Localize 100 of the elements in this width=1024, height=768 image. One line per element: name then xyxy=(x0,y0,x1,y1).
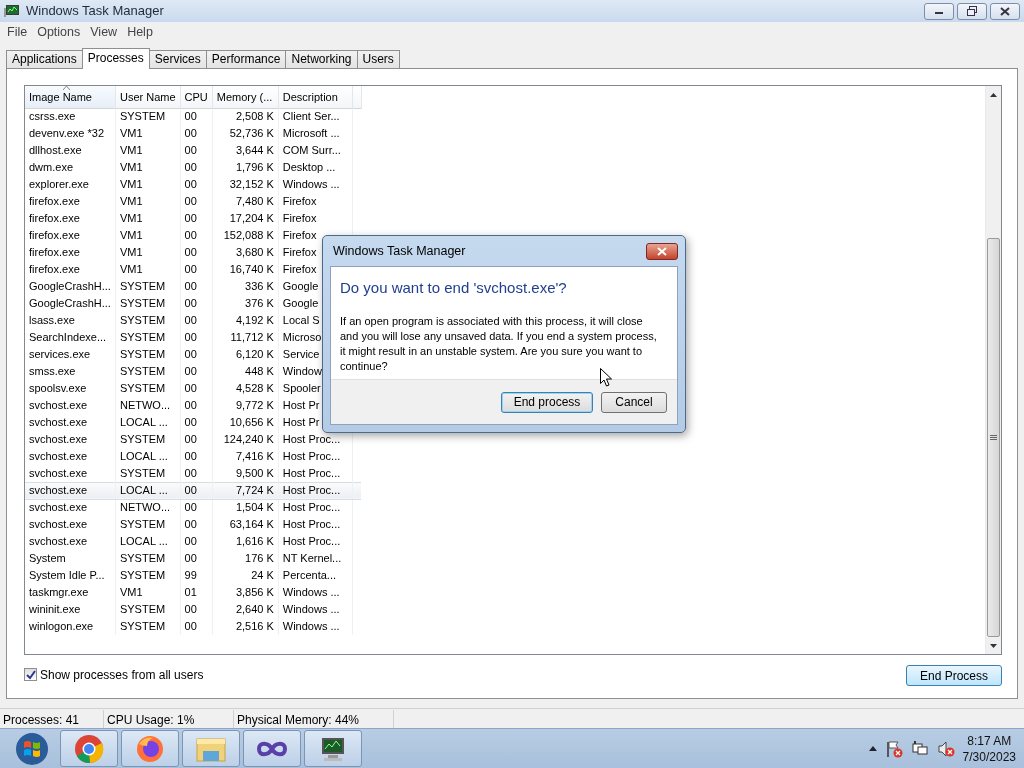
table-cell: 00 xyxy=(184,620,197,632)
table-cell: Firefox xyxy=(282,229,317,241)
table-cell: 7,480 K xyxy=(235,195,274,207)
tab[interactable]: Networking xyxy=(285,50,358,68)
table-cell: Microso xyxy=(282,331,322,343)
table-cell: 00 xyxy=(184,552,197,564)
menu-item[interactable]: File xyxy=(2,22,33,42)
show-hidden-icons-icon[interactable] xyxy=(868,746,877,751)
table-cell: VM1 xyxy=(119,263,143,275)
table-cell: 00 xyxy=(184,331,197,343)
table-cell: firefox.exe xyxy=(29,263,80,275)
scroll-thumb[interactable] xyxy=(987,238,1000,637)
table-cell: 00 xyxy=(184,535,197,547)
column-header[interactable]: Description xyxy=(278,86,353,108)
clock[interactable]: 8:17 AM 7/30/2023 xyxy=(962,732,1016,765)
close-button[interactable] xyxy=(990,2,1020,20)
table-cell: SYSTEM xyxy=(119,348,166,360)
column-header[interactable]: Memory (... xyxy=(212,86,279,108)
menu-item[interactable]: Help xyxy=(122,22,158,42)
table-cell: 63,164 K xyxy=(229,518,274,530)
table-cell: 11,712 K xyxy=(230,331,274,343)
table-row[interactable]: svchost.exe LOCAL ... 00 7,724 K Host Proc... xyxy=(25,482,362,499)
tab[interactable]: Processes xyxy=(81,48,150,69)
table-cell: Host Proc... xyxy=(282,466,341,479)
table-cell: 00 xyxy=(184,314,197,326)
table-cell: smss.exe xyxy=(29,365,76,377)
table-cell: services.exe xyxy=(29,348,91,360)
restore-button[interactable] xyxy=(957,2,987,20)
column-header[interactable]: CPU xyxy=(180,86,213,108)
table-cell: VM1 xyxy=(119,212,143,224)
table-cell: SYSTEM xyxy=(119,603,166,615)
taskbar-button[interactable] xyxy=(60,730,118,767)
table-cell: Window xyxy=(282,365,322,377)
checkbox[interactable] xyxy=(24,668,37,681)
speaker-muted-icon[interactable] xyxy=(936,739,955,758)
table-cell: SYSTEM xyxy=(119,518,166,530)
table-cell: 00 xyxy=(184,229,197,241)
dialog-button[interactable]: Cancel xyxy=(601,391,667,413)
table-cell: NT Kernel... xyxy=(282,552,342,564)
table-cell: SYSTEM xyxy=(119,620,166,632)
table-cell: 00 xyxy=(184,466,197,479)
table-cell: VM1 xyxy=(119,144,143,156)
tab[interactable]: Performance xyxy=(205,50,287,68)
end-process-button[interactable]: End Process xyxy=(906,665,1002,686)
minimize-button[interactable] xyxy=(924,2,954,20)
table-cell: svchost.exe xyxy=(29,399,88,411)
network-icon[interactable] xyxy=(910,739,929,758)
table-cell: 32,152 K xyxy=(229,178,274,190)
scroll-down-icon[interactable] xyxy=(990,643,997,648)
table-cell: SYSTEM xyxy=(119,433,166,445)
table-cell: 152,088 K xyxy=(223,229,274,241)
dialog-button[interactable]: End process xyxy=(501,391,593,413)
table-cell: System xyxy=(29,552,66,564)
table-cell: svchost.exe xyxy=(29,484,88,496)
column-header[interactable]: Image Name xyxy=(25,86,116,108)
tab[interactable]: Users xyxy=(356,50,400,68)
table-cell: NETWO... xyxy=(119,501,171,514)
table-cell: Firefox xyxy=(282,195,317,207)
table-cell: 00 xyxy=(184,280,197,292)
app-icon xyxy=(4,4,20,18)
table-cell: SearchIndexe... xyxy=(29,331,107,343)
tab[interactable]: Services xyxy=(148,50,207,68)
table-cell: 4,528 K xyxy=(235,382,274,394)
table-cell: 00 xyxy=(184,484,197,496)
table-cell: Service xyxy=(282,348,320,360)
flag-icon[interactable] xyxy=(884,739,903,758)
close-icon xyxy=(1000,6,1010,16)
table-cell: lsass.exe xyxy=(29,314,75,326)
chrome-icon xyxy=(74,733,104,764)
table-cell: COM Surr... xyxy=(282,144,341,156)
start-icon[interactable] xyxy=(15,731,49,766)
table-cell: 01 xyxy=(184,586,197,598)
table-cell: System Idle P... xyxy=(29,569,105,581)
table-cell: SYSTEM xyxy=(119,280,166,292)
menu-item[interactable]: View xyxy=(85,22,123,42)
table-cell: SYSTEM xyxy=(119,314,166,326)
menu-item[interactable]: Options xyxy=(32,22,86,42)
table-cell: SYSTEM xyxy=(119,297,166,309)
infinity-icon xyxy=(256,739,288,758)
close-button[interactable] xyxy=(646,242,678,260)
table-cell: Host Proc... xyxy=(282,484,341,496)
column-header[interactable]: User Name xyxy=(115,86,181,108)
table-cell: 9,500 K xyxy=(235,466,274,479)
table-cell: 24 K xyxy=(251,569,274,581)
table-cell: explorer.exe xyxy=(29,178,89,190)
taskbar-button[interactable] xyxy=(243,730,301,767)
taskbar-button[interactable] xyxy=(121,730,179,767)
table-cell: VM1 xyxy=(119,161,143,173)
table-cell: firefox.exe xyxy=(29,229,80,241)
taskbar-button[interactable] xyxy=(304,730,362,767)
table-cell: Desktop ... xyxy=(282,161,336,173)
table-cell: 176 K xyxy=(245,552,274,564)
table-cell: 00 xyxy=(184,399,197,411)
scrollbar[interactable] xyxy=(985,86,1001,654)
scroll-up-icon[interactable] xyxy=(990,92,997,97)
table-cell: Google xyxy=(282,280,319,292)
table-cell: 2,508 K xyxy=(235,110,274,123)
table-cell: VM1 xyxy=(119,195,143,207)
tab[interactable]: Applications xyxy=(6,50,83,68)
table-cell: devenv.exe *32 xyxy=(29,127,105,139)
